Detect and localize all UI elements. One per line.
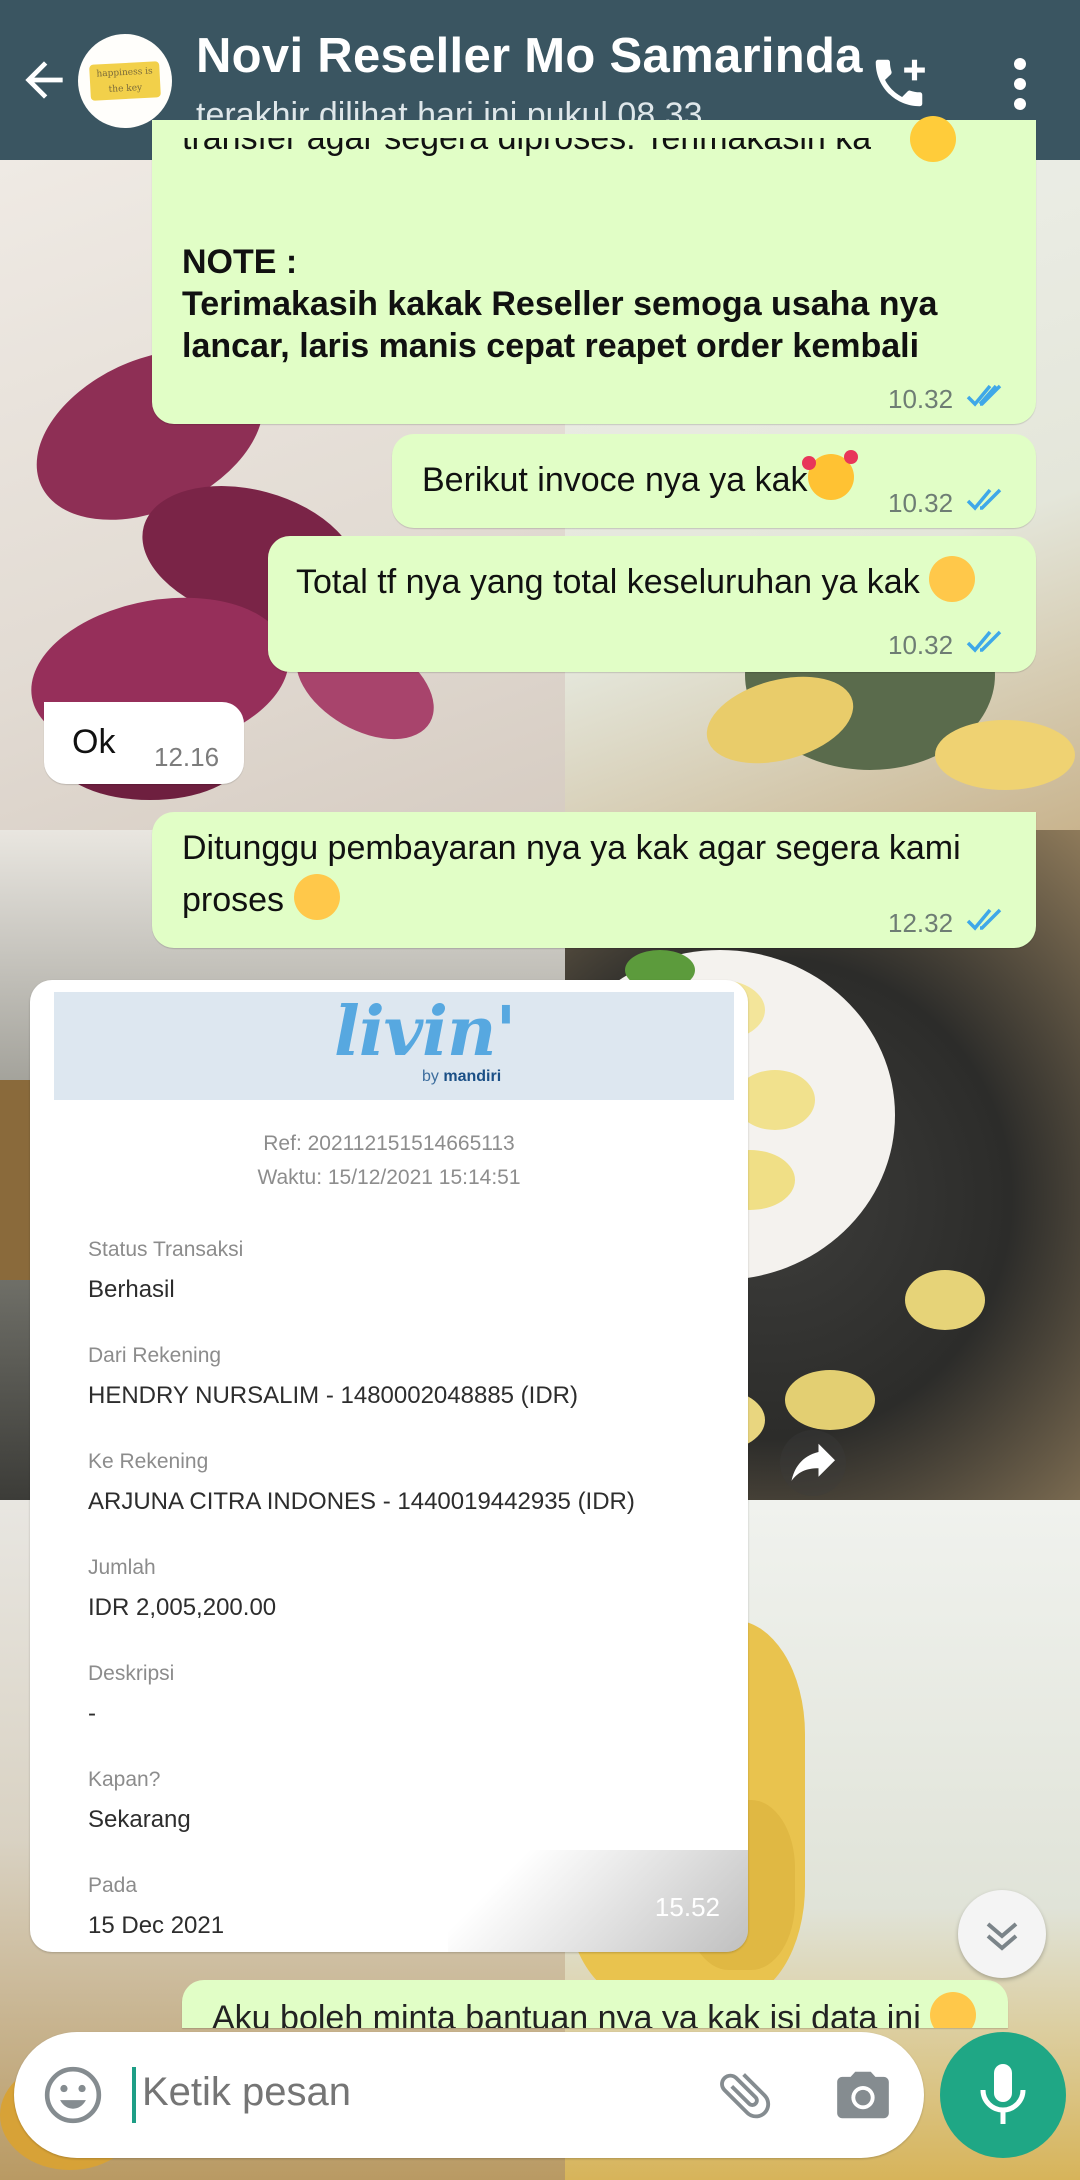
message-composer [14, 2032, 924, 2158]
message-bubble[interactable]: Total tf nya yang total keseluruhan ya k… [268, 536, 1036, 672]
message-bubble[interactable]: Berikut invoce nya ya kak 10.32 [392, 434, 1036, 528]
field-value: Sekarang [88, 1806, 191, 1833]
message-text: Total tf nya yang total keseluruhan ya k… [296, 556, 976, 608]
emoji-icon [44, 2066, 102, 2124]
field-value: 15 Dec 2021 [88, 1912, 225, 1939]
message-bubble[interactable]: Ditunggu pembayaran nya ya kak agar sege… [152, 812, 1036, 948]
message-text: Ok [72, 723, 116, 761]
message-bubble[interactable]: Aku boleh minta bantuan nya ya kak isi d… [182, 1980, 1008, 2028]
voice-message-button[interactable] [940, 2032, 1066, 2158]
smiling-face-icon [293, 874, 340, 920]
smiling-face-with-hearts-icon [801, 450, 858, 500]
emoji-button[interactable] [42, 2064, 104, 2126]
message-time: 12.16 [154, 742, 220, 772]
avatar-text: happiness is the key [89, 61, 161, 101]
message-text: transfer agar segera diproses. Terimakas… [182, 138, 872, 157]
camera-icon [837, 2071, 889, 2119]
message-time: 12.32 [888, 908, 954, 938]
message-time: 10.32 [888, 488, 954, 518]
more-vert-icon [1014, 58, 1026, 110]
field-label: Dari Rekening [88, 1344, 222, 1367]
receipt-header: livin' by mandiri [54, 992, 734, 1100]
blush-emoji-icon [910, 116, 956, 162]
message-text: Ditunggu pembayaran nya ya kak agar sege… [182, 829, 961, 867]
contact-avatar[interactable]: happiness is the key [78, 34, 172, 128]
back-arrow-icon [25, 61, 63, 99]
field-value: - [88, 1700, 96, 1727]
read-ticks-icon [966, 384, 1002, 407]
note-line: lancar, laris manis cepat reapet order k… [182, 327, 920, 365]
camera-button[interactable] [832, 2066, 894, 2124]
receipt-waktu: Waktu: 15/12/2021 15:14:51 [257, 1166, 521, 1189]
forward-button[interactable] [780, 1430, 846, 1496]
read-ticks-icon [966, 908, 1002, 931]
receipt-ref: Ref: 202112151514665113 [263, 1132, 515, 1155]
message-bubble[interactable]: transfer agar segera diproses. Terimakas… [152, 116, 1036, 424]
message-input[interactable] [142, 2070, 702, 2115]
message-text: Berikut invoce nya ya kak [422, 450, 858, 506]
smiling-face-icon [930, 1992, 977, 2028]
field-value: Berhasil [88, 1276, 175, 1303]
image-message-receipt[interactable]: livin' by mandiri Ref: 20211215151466511… [30, 980, 748, 1952]
scroll-down-icon [986, 1922, 1018, 1951]
message-time: 10.32 [888, 630, 954, 660]
read-ticks-icon [966, 630, 1002, 653]
back-button[interactable] [16, 52, 72, 108]
field-value: ARJUNA CITRA INDONES - 1440019442935 (ID… [88, 1488, 635, 1515]
message-bubble[interactable]: Ok 12.16 [44, 702, 244, 784]
message-time: 10.32 [888, 384, 954, 414]
field-label: Kapan? [88, 1768, 161, 1791]
mic-icon [980, 2064, 1026, 2124]
text-caret [132, 2067, 136, 2123]
field-label: Pada [88, 1874, 138, 1897]
scroll-to-bottom-button[interactable] [958, 1890, 1046, 1978]
forward-icon [791, 1443, 835, 1481]
more-options-button[interactable] [1000, 54, 1040, 114]
read-ticks-icon [966, 488, 1002, 511]
attach-icon [720, 2073, 771, 2119]
smiling-face-icon [929, 556, 976, 602]
add-call-icon [875, 59, 925, 107]
add-call-button[interactable] [868, 52, 930, 114]
livin-logo: livin' [334, 992, 516, 1072]
attach-button[interactable] [714, 2064, 776, 2126]
field-label: Jumlah [88, 1556, 156, 1579]
field-value: HENDRY NURSALIM - 1480002048885 (IDR) [88, 1382, 578, 1409]
message-time: 15.52 [654, 1892, 720, 1922]
message-text: proses [182, 874, 340, 926]
field-label: Status Transaksi [88, 1238, 244, 1261]
livin-by-mandiri: by mandiri [422, 1068, 502, 1085]
field-label: Deskripsi [88, 1662, 175, 1685]
field-value: IDR 2,005,200.00 [88, 1594, 277, 1621]
message-text: Aku boleh minta bantuan nya ya kak isi d… [212, 1992, 977, 2028]
contact-name[interactable]: Novi Reseller Mo Samarinda [196, 28, 863, 84]
field-label: Ke Rekening [88, 1450, 209, 1473]
